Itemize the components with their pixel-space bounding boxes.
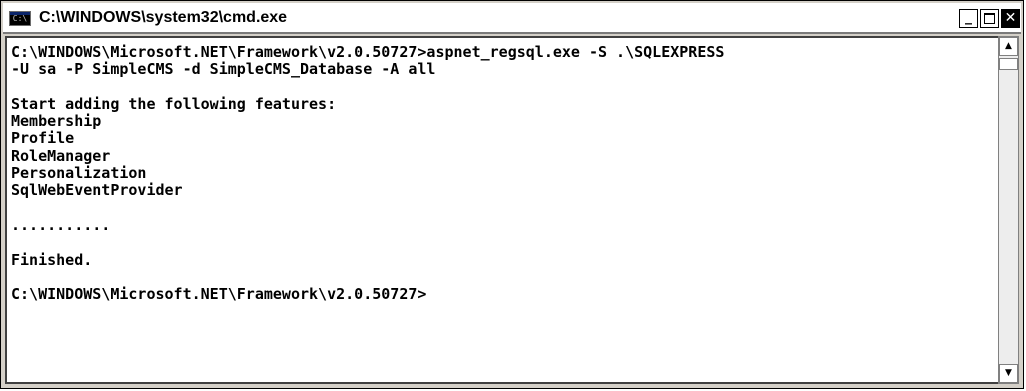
minimize-button[interactable]: _ xyxy=(959,9,978,28)
console-line: Profile xyxy=(11,129,75,148)
console-line: C:\WINDOWS\Microsoft.NET\Framework\v2.0.… xyxy=(11,285,427,304)
scrollbar-thumb[interactable] xyxy=(999,58,1018,70)
vertical-scrollbar[interactable]: ▲ ▼ xyxy=(998,36,1019,384)
console-line: C:\WINDOWS\Microsoft.NET\Framework\v2.0.… xyxy=(11,43,725,61)
console-text: C:\WINDOWS\Microsoft.NET\Framework\v2.0.… xyxy=(11,43,725,304)
console-line: Personalization xyxy=(11,164,147,183)
console-line: RoleManager xyxy=(11,146,111,165)
close-button[interactable]: ✕ xyxy=(1001,9,1020,28)
console-line: Start adding the following features: xyxy=(11,94,337,113)
maximize-icon xyxy=(984,13,995,24)
minimize-icon: _ xyxy=(965,9,972,25)
cmd-window: C:\ C:\WINDOWS\system32\cmd.exe _ ✕ C:\W… xyxy=(0,0,1024,389)
console-line: SqlWebEventProvider xyxy=(11,181,183,200)
console-line: Membership xyxy=(11,112,102,131)
close-icon: ✕ xyxy=(1004,10,1017,26)
maximize-button[interactable] xyxy=(980,9,999,28)
console-output[interactable]: C:\WINDOWS\Microsoft.NET\Framework\v2.0.… xyxy=(5,36,998,384)
window-title: C:\WINDOWS\system32\cmd.exe xyxy=(39,9,288,26)
title-bar[interactable]: C:\ C:\WINDOWS\system32\cmd.exe _ ✕ xyxy=(3,3,1021,34)
cmd-console-icon[interactable]: C:\ xyxy=(9,11,31,26)
console-line: ........... xyxy=(11,215,111,234)
scroll-down-arrow-icon[interactable]: ▼ xyxy=(999,364,1018,383)
console-line: Finished. xyxy=(11,250,93,269)
console-line: -U sa -P SimpleCMS -d SimpleCMS_Database… xyxy=(11,60,436,79)
scroll-up-arrow-icon[interactable]: ▲ xyxy=(999,37,1018,56)
